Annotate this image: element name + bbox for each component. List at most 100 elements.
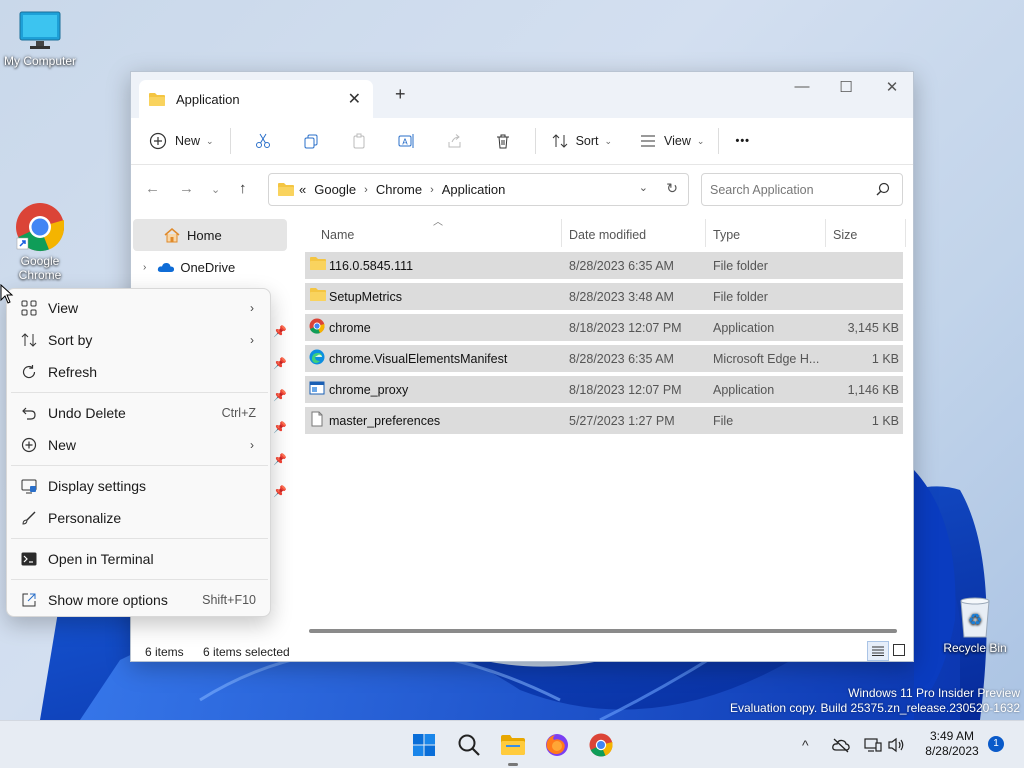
breadcrumb-separator-icon[interactable]: › [430, 184, 434, 196]
more-options-button[interactable]: ••• [735, 135, 750, 147]
column-type[interactable]: Type [713, 228, 740, 242]
column-divider[interactable] [905, 219, 906, 247]
desktop-icon-google-chrome[interactable]: Google Chrome [0, 202, 80, 282]
table-row[interactable]: 116.0.5845.111 8/28/2023 6:35 AM File fo… [305, 252, 903, 279]
desktop-icon-my-computer[interactable]: My Computer [0, 10, 80, 68]
column-divider[interactable] [705, 219, 706, 247]
file-name: chrome_proxy [329, 383, 409, 397]
taskbar-chrome[interactable] [587, 731, 615, 759]
exe-icon [309, 381, 325, 395]
horizontal-scrollbar[interactable] [309, 629, 897, 633]
expand-chevron-icon[interactable]: › [143, 262, 146, 273]
view-button[interactable]: View ⌄ [640, 134, 704, 148]
cloud-offline-icon[interactable] [832, 737, 850, 753]
breadcrumb-overflow[interactable]: « [299, 182, 306, 197]
firefox-icon [546, 734, 568, 756]
new-button[interactable]: New ⌄ [149, 132, 214, 150]
menu-item-personalize[interactable]: Personalize [11, 503, 268, 533]
menu-item-shortcut: Ctrl+Z [221, 406, 256, 420]
nav-item-home[interactable]: Home [133, 219, 287, 251]
network-icon[interactable] [864, 737, 882, 753]
column-name[interactable]: Name [321, 228, 354, 242]
desktop-icon-recycle-bin[interactable]: ♻ Recycle Bin [935, 595, 1015, 655]
start-button[interactable] [410, 731, 438, 759]
tab-application[interactable]: Application ✕ [139, 80, 373, 118]
delete-button[interactable] [479, 133, 527, 149]
sort-indicator-icon: ︿ [433, 217, 443, 228]
taskbar-firefox[interactable] [543, 731, 571, 759]
tiles-view-button[interactable] [893, 644, 905, 659]
pin-icon[interactable]: 📌 [273, 357, 287, 389]
refresh-icon[interactable]: ↻ [666, 180, 678, 197]
notification-badge[interactable]: 1 [988, 736, 1004, 752]
folder-icon [310, 257, 326, 270]
file-date: 8/28/2023 6:35 AM [569, 259, 674, 273]
menu-item-view[interactable]: View › [11, 293, 268, 323]
menu-item-open-in-terminal[interactable]: Open in Terminal [11, 544, 268, 574]
column-divider[interactable] [561, 219, 562, 247]
desktop-icon-label: Google Chrome [18, 254, 62, 282]
toolbar-divider [229, 128, 231, 154]
sort-icon [21, 333, 37, 347]
forward-arrow-icon[interactable]: → [179, 180, 194, 197]
tray-overflow-chevron-icon[interactable]: ^ [802, 737, 809, 753]
nav-item-onedrive[interactable]: › OneDrive [131, 251, 291, 283]
breadcrumb-application[interactable]: Application [442, 182, 506, 197]
breadcrumb-google[interactable]: Google [314, 182, 356, 197]
menu-item-refresh[interactable]: Refresh [11, 357, 268, 387]
menu-item-show-more-options[interactable]: Show more options Shift+F10 [11, 585, 268, 615]
watermark-line: Windows 11 Pro Insider Preview [848, 686, 1020, 700]
tiles-view-icon [893, 644, 905, 656]
menu-item-new[interactable]: New › [11, 430, 268, 460]
table-row[interactable]: chrome_proxy 8/18/2023 12:07 PM Applicat… [305, 376, 903, 403]
pin-icon[interactable]: 📌 [273, 421, 287, 453]
paste-button[interactable] [335, 133, 383, 149]
pin-icon[interactable]: 📌 [273, 325, 287, 357]
item-count: 6 items [145, 645, 184, 659]
pin-icon[interactable]: 📌 [273, 453, 287, 485]
new-tab-button[interactable]: + [395, 84, 406, 105]
address-history-chevron-icon[interactable]: ⌄ [639, 181, 648, 194]
table-row[interactable]: chrome.VisualElementsManifest 8/28/2023 … [305, 345, 903, 372]
table-row[interactable]: master_preferences 5/27/2023 1:27 PM Fil… [305, 407, 903, 434]
menu-item-display-settings[interactable]: Display settings [11, 471, 268, 501]
column-size[interactable]: Size [833, 228, 857, 242]
details-view-button[interactable] [867, 641, 889, 661]
copy-button[interactable] [287, 133, 335, 149]
toolbar-divider [534, 128, 536, 154]
menu-divider [11, 538, 268, 539]
rename-button[interactable]: A [383, 133, 431, 149]
search-button[interactable] [455, 731, 483, 759]
breadcrumb-chrome[interactable]: Chrome [376, 182, 422, 197]
back-arrow-icon[interactable]: ← [145, 180, 160, 197]
column-divider[interactable] [825, 219, 826, 247]
nav-item-label: OneDrive [180, 259, 236, 275]
pin-icon[interactable]: 📌 [273, 485, 287, 517]
table-row[interactable]: chrome 8/18/2023 12:07 PM Application 3,… [305, 314, 903, 341]
recent-chevron-icon[interactable]: ⌄ [211, 183, 220, 196]
volume-icon[interactable] [888, 737, 906, 753]
terminal-icon [21, 552, 37, 566]
cut-button[interactable] [239, 133, 287, 149]
home-icon [164, 228, 180, 243]
minimize-button[interactable]: — [787, 78, 817, 95]
breadcrumb-separator-icon[interactable]: › [364, 184, 368, 196]
search-input[interactable]: Search Application [701, 173, 903, 206]
column-date-modified[interactable]: Date modified [569, 228, 646, 242]
pin-icon[interactable]: 📌 [273, 389, 287, 421]
menu-item-sort-by[interactable]: Sort by › [11, 325, 268, 355]
menu-item-undo-delete[interactable]: Undo Delete Ctrl+Z [11, 398, 268, 428]
sort-button[interactable]: Sort ⌄ [552, 133, 612, 149]
tab-label: Application [176, 91, 240, 107]
share-button[interactable] [431, 133, 479, 149]
file-size: 1,146 KB [847, 383, 899, 397]
search-icon [458, 734, 480, 756]
address-bar[interactable]: « Google › Chrome › Application ⌄ ↻ [268, 173, 689, 206]
system-clock[interactable]: 3:49 AM 8/28/2023 [916, 729, 988, 759]
up-arrow-icon[interactable]: ↑ [239, 180, 247, 197]
close-window-button[interactable]: ✕ [877, 78, 907, 96]
table-row[interactable]: SetupMetrics 8/28/2023 3:48 AM File fold… [305, 283, 903, 310]
taskbar-file-explorer[interactable] [499, 731, 527, 759]
maximize-button[interactable]: ☐ [831, 78, 861, 96]
tab-close-icon[interactable]: ✕ [348, 89, 361, 109]
